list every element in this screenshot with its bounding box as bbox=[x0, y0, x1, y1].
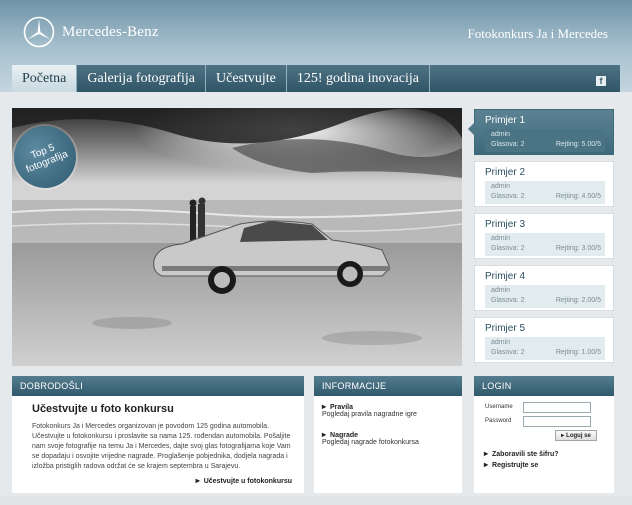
example-title: Primjer 3 bbox=[485, 219, 526, 230]
example-item-4[interactable]: Primjer 4 admin Glasova: 2 Rejting: 2.00… bbox=[474, 265, 614, 311]
example-author: admin bbox=[491, 235, 511, 242]
example-meta: admin Glasova: 2 Rejting: 1.00/5 bbox=[485, 337, 605, 360]
register-link[interactable]: Registrujte se bbox=[484, 460, 538, 469]
example-item-2[interactable]: Primjer 2 admin Glasova: 2 Rejting: 4.50… bbox=[474, 161, 614, 207]
example-author: admin bbox=[491, 339, 511, 346]
example-title: Primjer 5 bbox=[485, 323, 526, 334]
brand-name: Mercedes-Benz bbox=[62, 24, 159, 40]
example-rating: Rejting: 4.50/5 bbox=[555, 193, 601, 200]
example-author: admin bbox=[491, 131, 511, 138]
example-votes: Glasova: 2 bbox=[491, 349, 525, 356]
welcome-header: DOBRODOŠLI bbox=[12, 376, 304, 396]
example-rating: Rejting: 2.00/5 bbox=[555, 297, 601, 304]
username-label: Username bbox=[485, 404, 513, 410]
example-rating: Rejting: 3.00/5 bbox=[555, 245, 601, 252]
password-input[interactable] bbox=[523, 416, 591, 427]
participate-link[interactable]: Učestvujte u fotokonkursu bbox=[196, 476, 292, 485]
example-votes: Glasova: 2 bbox=[491, 193, 525, 200]
nav-item-ucestvujte[interactable]: Učestvujte bbox=[206, 65, 287, 92]
examples-list: Primjer 1 admin Glasova: 2 Rejting: 5.00… bbox=[468, 109, 614, 369]
welcome-heading: Učestvujte u foto konkursu bbox=[32, 403, 174, 415]
info-item-prizes[interactable]: Nagrade Pogledaj nagrade fotokonkursa bbox=[322, 430, 419, 446]
login-header: LOGIN bbox=[474, 376, 614, 396]
facebook-icon[interactable]: f bbox=[596, 76, 606, 86]
example-author: admin bbox=[491, 183, 511, 190]
example-title: Primjer 4 bbox=[485, 271, 526, 282]
example-votes: Glasova: 2 bbox=[491, 141, 525, 148]
example-meta: admin Glasova: 2 Rejting: 5.00/5 bbox=[485, 129, 605, 152]
example-meta: admin Glasova: 2 Rejting: 4.50/5 bbox=[485, 181, 605, 204]
info-item-desc: Pogledaj nagrade fotokonkursa bbox=[322, 439, 419, 446]
example-votes: Glasova: 2 bbox=[491, 245, 525, 252]
footer-strip bbox=[0, 496, 632, 505]
welcome-panel: DOBRODOŠLI Učestvujte u foto konkursu Fo… bbox=[12, 376, 304, 493]
example-rating: Rejting: 1.00/5 bbox=[555, 349, 601, 356]
example-meta: admin Glasova: 2 Rejting: 2.00/5 bbox=[485, 285, 605, 308]
example-title: Primjer 2 bbox=[485, 167, 526, 178]
info-item-title: Pravila bbox=[322, 402, 417, 411]
nav-item-125-godina[interactable]: 125! godina inovacija bbox=[286, 65, 430, 92]
forgot-password-link[interactable]: Zaboravili ste šifru? bbox=[484, 449, 559, 458]
nav-bar bbox=[410, 65, 620, 92]
hero-photo-image bbox=[12, 108, 462, 366]
example-item-1[interactable]: Primjer 1 admin Glasova: 2 Rejting: 5.00… bbox=[468, 109, 614, 155]
example-rating: Rejting: 5.00/5 bbox=[555, 141, 601, 148]
info-header: INFORMACIJE bbox=[314, 376, 462, 396]
example-item-5[interactable]: Primjer 5 admin Glasova: 2 Rejting: 1.00… bbox=[474, 317, 614, 363]
nav-item-pocetna[interactable]: Početna bbox=[12, 65, 78, 92]
info-item-rules[interactable]: Pravila Pogledaj pravila nagradne igre bbox=[322, 402, 417, 418]
example-title: Primjer 1 bbox=[485, 115, 526, 126]
example-meta: admin Glasova: 2 Rejting: 3.00/5 bbox=[485, 233, 605, 256]
username-input[interactable] bbox=[523, 402, 591, 413]
info-item-title: Nagrade bbox=[322, 430, 419, 439]
example-item-3[interactable]: Primjer 3 admin Glasova: 2 Rejting: 3.00… bbox=[474, 213, 614, 259]
site-title: Fotokonkurs Ja i Mercedes bbox=[467, 26, 608, 41]
example-votes: Glasova: 2 bbox=[491, 297, 525, 304]
login-panel: LOGIN Username Password Loguj se Zaborav… bbox=[474, 376, 614, 493]
login-button[interactable]: Loguj se bbox=[555, 430, 597, 441]
info-item-desc: Pogledaj pravila nagradne igre bbox=[322, 411, 417, 418]
nav-item-galerija[interactable]: Galerija fotografija bbox=[77, 65, 206, 92]
password-label: Password bbox=[485, 418, 512, 424]
main-nav: Početna Galerija fotografija Učestvujte … bbox=[12, 65, 430, 92]
mercedes-star-icon[interactable] bbox=[23, 16, 55, 48]
hero-photo[interactable] bbox=[12, 108, 462, 366]
welcome-text: Fotokonkurs Ja i Mercedes organizovan je… bbox=[32, 423, 291, 470]
example-author: admin bbox=[491, 287, 511, 294]
info-panel: INFORMACIJE Pravila Pogledaj pravila nag… bbox=[314, 376, 462, 493]
